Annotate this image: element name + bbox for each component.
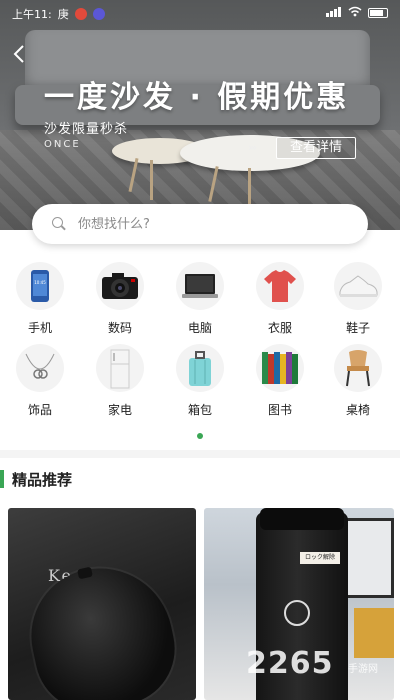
category-item-books[interactable]: 图书: [245, 344, 315, 418]
suitcase-icon: [176, 344, 224, 392]
category-item-appliances[interactable]: 家电: [85, 344, 155, 418]
category-item-shoes[interactable]: 鞋子: [323, 262, 393, 336]
watermark-logo: 2265: [246, 646, 334, 681]
section-accent-bar: [0, 470, 4, 488]
battery-icon: [368, 8, 388, 18]
laptop-icon: [176, 262, 224, 310]
watermark-caption: 手游网: [348, 664, 378, 675]
signal-icon: [326, 6, 342, 20]
category-label: 箱包: [187, 403, 212, 417]
category-label: 数码: [107, 321, 132, 335]
category-item-clothes[interactable]: 衣服: [245, 262, 315, 336]
view-details-button[interactable]: 查看详情: [276, 137, 356, 159]
detail-arrows-icon: ›››: [248, 141, 257, 154]
cable-image: [128, 508, 196, 568]
banner-subtitle: 沙发限量秒杀: [44, 122, 129, 137]
wifi-icon: [348, 6, 362, 20]
banner-title: 一度沙发 · 假期优惠: [44, 80, 350, 115]
box-image: [354, 608, 394, 658]
chair-icon: [334, 344, 382, 392]
books-icon: [256, 344, 304, 392]
necklace-icon: [16, 344, 64, 392]
category-label: 衣服: [267, 321, 292, 335]
notification-app-icon: [92, 8, 105, 20]
status-bar: 上午11: 庚: [0, 0, 400, 26]
category-label: 手机: [27, 321, 52, 335]
category-item-furniture[interactable]: 桌椅: [323, 344, 393, 418]
section-divider: [0, 450, 400, 458]
fridge-icon: [96, 344, 144, 392]
search-bar[interactable]: [32, 204, 368, 244]
category-item-computer[interactable]: 电脑: [165, 262, 235, 336]
shoe-icon: [334, 262, 382, 310]
mouse-image: [18, 554, 186, 700]
category-label: 鞋子: [345, 321, 370, 335]
search-input[interactable]: [78, 216, 318, 232]
tshirt-icon: [256, 262, 304, 310]
category-item-accessories[interactable]: 饰品: [5, 344, 75, 418]
camera-icon: [96, 262, 144, 310]
status-right: [326, 6, 388, 20]
category-label: 桌椅: [345, 403, 370, 417]
back-arrow-icon[interactable]: [12, 44, 32, 68]
promo-banner[interactable]: 上午11: 庚 一度沙发 · 假期优惠 沙发限量秒杀 ONCE ››› 查看详情: [0, 0, 400, 230]
search-icon: [52, 217, 66, 231]
tumbler-label: ロック解除: [300, 552, 340, 564]
product-card-mouse[interactable]: Ke: [8, 508, 196, 700]
banner-english-text: ONCE: [44, 139, 81, 150]
category-label: 电脑: [187, 321, 212, 335]
status-time: 上午11:: [12, 8, 52, 21]
section-header: 精品推荐: [0, 468, 72, 490]
category-item-phone[interactable]: 10:45 手机: [5, 262, 75, 336]
tumbler-logo-icon: [284, 600, 310, 626]
tumbler-lid-image: [260, 508, 344, 530]
section-title: 精品推荐: [12, 470, 73, 489]
category-item-luggage[interactable]: 箱包: [165, 344, 235, 418]
svg-text:10:45: 10:45: [34, 280, 46, 285]
pager-indicator-dot: [197, 433, 203, 439]
category-label: 图书: [267, 403, 292, 417]
status-left: 上午11: 庚: [12, 6, 105, 22]
notification-app-icon: [74, 8, 87, 20]
status-extra: 庚: [57, 8, 69, 21]
category-label: 家电: [107, 403, 132, 417]
table-leg: [150, 160, 153, 200]
phone-icon: 10:45: [16, 262, 64, 310]
category-label: 饰品: [27, 403, 52, 417]
category-item-digital[interactable]: 数码: [85, 262, 155, 336]
